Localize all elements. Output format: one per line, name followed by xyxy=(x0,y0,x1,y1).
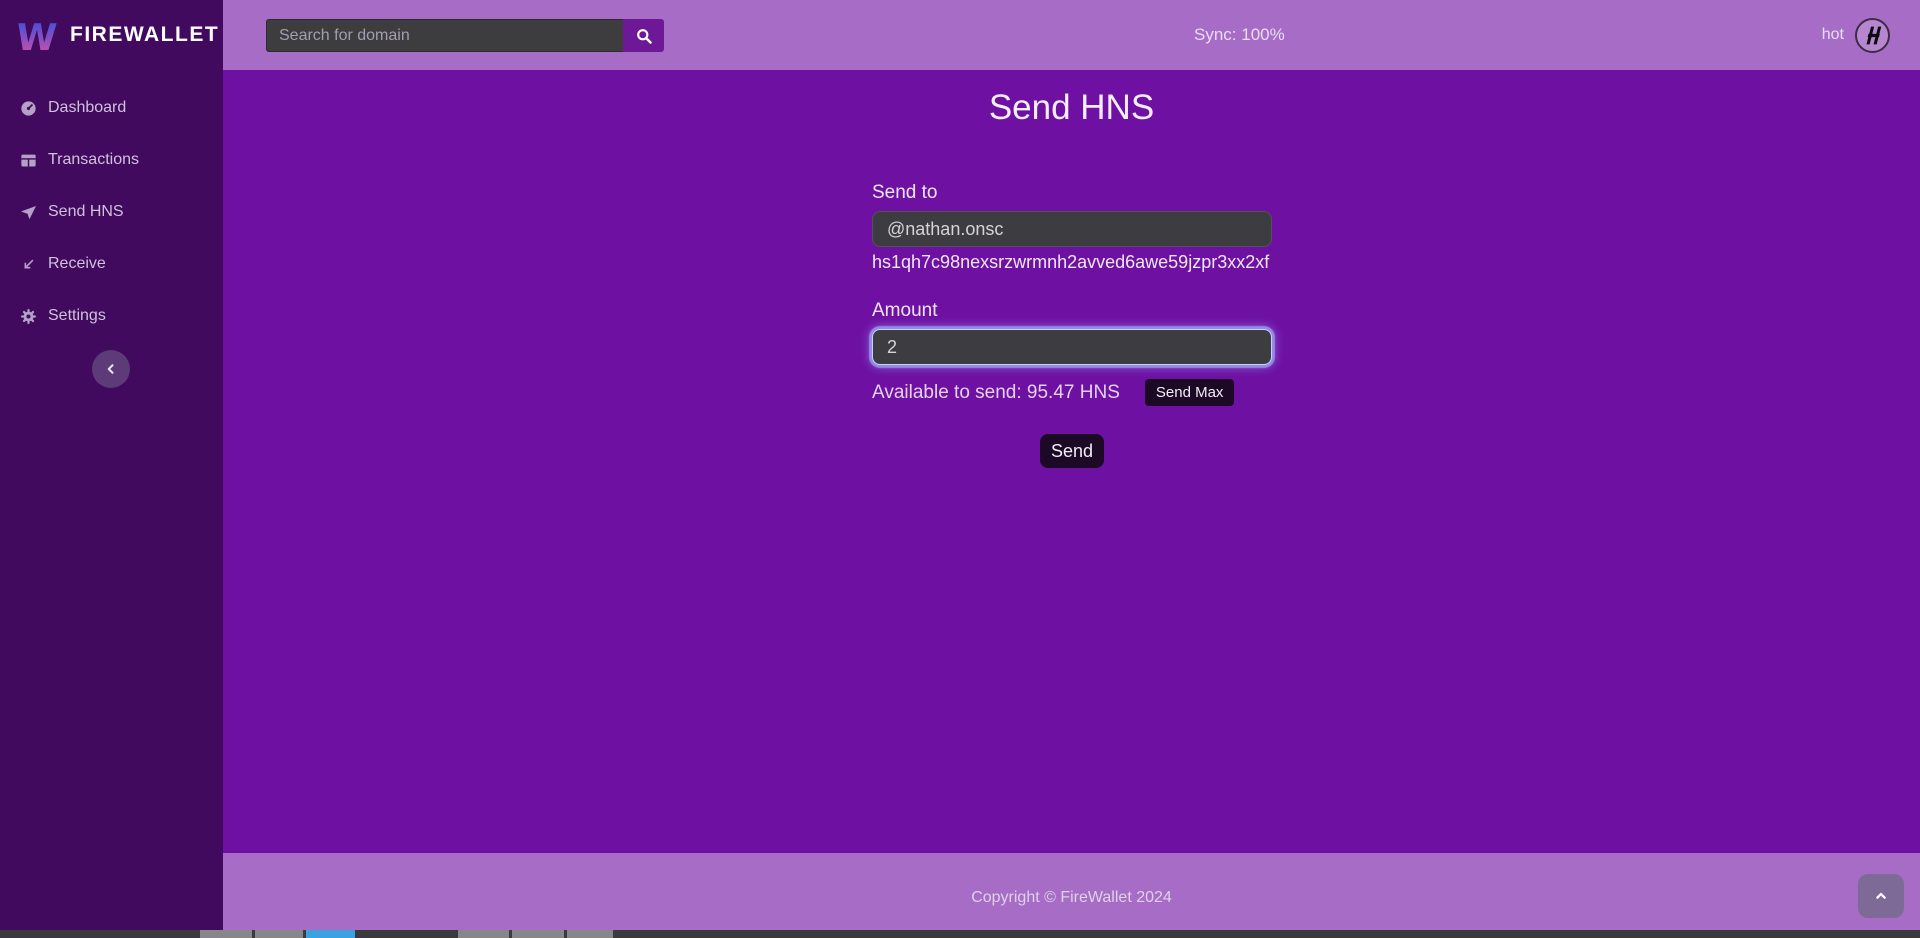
wallet-indicator: hot xyxy=(1822,0,1890,70)
sidebar-collapse-button[interactable] xyxy=(92,350,130,388)
search-bar xyxy=(266,19,664,52)
brand-name: FIREWALLET xyxy=(70,23,219,47)
taskbar-strip xyxy=(0,930,1920,938)
search-input[interactable] xyxy=(266,19,623,52)
sidebar-item-label: Dashboard xyxy=(48,99,126,117)
taskbar-segment[interactable] xyxy=(567,930,613,938)
wallet-name: hot xyxy=(1822,26,1844,44)
firewallet-logo-icon: W xyxy=(17,14,59,56)
sidebar-item-send-hns[interactable]: Send HNS xyxy=(0,186,223,238)
sidebar-item-transactions[interactable]: Transactions xyxy=(0,134,223,186)
chevron-left-icon xyxy=(102,360,120,378)
firewallet-app: Sync: 100% hot xyxy=(0,0,1920,938)
brand[interactable]: W FIREWALLET xyxy=(0,0,223,70)
scroll-to-top-button[interactable] xyxy=(1858,874,1904,918)
top-bar: Sync: 100% hot xyxy=(223,0,1920,70)
sidebar-item-settings[interactable]: Settings xyxy=(0,290,223,342)
send-form: Send to hs1qh7c98nexsrzwrmnh2avved6awe59… xyxy=(872,182,1272,468)
taskbar-segment[interactable] xyxy=(458,930,509,938)
taskbar-segment[interactable] xyxy=(306,930,355,938)
send-to-label: Send to xyxy=(872,182,1272,204)
page-title: Send HNS xyxy=(223,88,1920,128)
sidebar-item-label: Send HNS xyxy=(48,203,124,221)
sidebar-nav: Dashboard Transactions S xyxy=(0,70,223,342)
table-icon xyxy=(18,150,38,170)
send-max-button[interactable]: Send Max xyxy=(1145,379,1235,406)
taskbar-segment[interactable] xyxy=(512,930,564,938)
handshake-logo-icon[interactable] xyxy=(1855,18,1890,53)
gauge-icon xyxy=(18,98,38,118)
copyright-text: Copyright © FireWallet 2024 xyxy=(223,853,1920,907)
taskbar-segment[interactable] xyxy=(255,930,303,938)
paper-plane-icon xyxy=(18,202,38,222)
sidebar-item-label: Transactions xyxy=(48,151,139,169)
footer: Copyright © FireWallet 2024 xyxy=(223,853,1920,930)
sidebar-item-label: Receive xyxy=(48,255,106,273)
amount-input[interactable] xyxy=(872,329,1272,365)
svg-text:W: W xyxy=(17,16,58,56)
sidebar-item-receive[interactable]: Receive xyxy=(0,238,223,290)
arrow-down-left-icon xyxy=(18,254,38,274)
resolved-address: hs1qh7c98nexsrzwrmnh2avved6awe59jzpr3xx2… xyxy=(872,252,1272,274)
chevron-up-icon xyxy=(1873,888,1889,904)
sidebar-item-label: Settings xyxy=(48,307,106,325)
gear-icon xyxy=(18,306,38,326)
magnifier-icon xyxy=(635,27,653,45)
sidebar: W FIREWALLET Dashboard xyxy=(0,0,223,930)
send-button[interactable]: Send xyxy=(1040,434,1104,468)
available-row: Available to send: 95.47 HNS Send Max xyxy=(872,379,1272,406)
sync-status: Sync: 100% xyxy=(1194,0,1285,70)
sidebar-item-dashboard[interactable]: Dashboard xyxy=(0,82,223,134)
search-button[interactable] xyxy=(623,19,664,52)
amount-label: Amount xyxy=(872,300,1272,322)
taskbar-segment[interactable] xyxy=(200,930,252,938)
send-to-input[interactable] xyxy=(872,211,1272,247)
available-balance: Available to send: 95.47 HNS xyxy=(872,382,1120,404)
